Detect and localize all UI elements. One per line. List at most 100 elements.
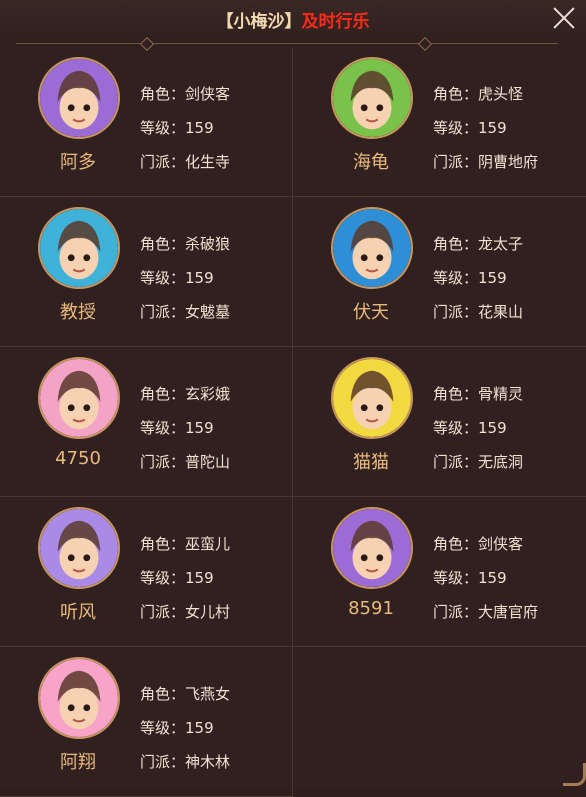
- player-role: 杀破狼: [185, 235, 231, 253]
- player-card[interactable]: 海龟 角色：虎头怪 等级：159 门派：阴曹地府: [292, 47, 586, 197]
- player-sect: 大唐官府: [478, 603, 539, 621]
- player-sect-line: 门派：阴曹地府: [433, 154, 538, 171]
- player-level: 159: [185, 119, 214, 137]
- sect-label: 门派：: [140, 753, 186, 771]
- player-sect: 花果山: [478, 303, 524, 321]
- player-sect-line: 门派：女儿村: [140, 604, 230, 621]
- player-sect: 神木林: [185, 753, 231, 771]
- player-role-line: 角色：虎头怪: [433, 86, 523, 103]
- longtaizi-avatar[interactable]: [331, 207, 413, 289]
- player-card[interactable]: 猫猫 角色：骨精灵 等级：159 门派：无底洞: [292, 347, 586, 497]
- role-label: 角色：: [140, 535, 186, 553]
- role-label: 角色：: [433, 385, 479, 403]
- player-card[interactable]: 8591 角色：剑侠客 等级：159 门派：大唐官府: [292, 497, 586, 647]
- player-role-line: 角色：剑侠客: [140, 86, 230, 103]
- player-level-line: 等级：159: [433, 120, 507, 137]
- player-sect: 化生寺: [185, 153, 231, 171]
- player-role-line: 角色：飞燕女: [140, 686, 230, 703]
- sect-label: 门派：: [140, 603, 186, 621]
- player-name: 听风: [60, 602, 96, 623]
- player-card[interactable]: 阿翔 角色：飞燕女 等级：159 门派：神木林: [0, 647, 292, 797]
- player-name: 教授: [60, 302, 96, 323]
- player-name: 阿多: [60, 152, 96, 173]
- player-name: 猫猫: [353, 452, 389, 473]
- player-role: 玄彩娥: [185, 385, 231, 403]
- player-level-line: 等级：159: [433, 270, 507, 287]
- player-sect-line: 门派：无底洞: [433, 454, 523, 471]
- player-role: 剑侠客: [185, 85, 231, 103]
- player-level: 159: [478, 569, 507, 587]
- level-label: 等级：: [433, 119, 479, 137]
- sect-label: 门派：: [140, 303, 186, 321]
- sect-label: 门派：: [140, 453, 186, 471]
- player-role: 飞燕女: [185, 685, 231, 703]
- player-role-line: 角色：骨精灵: [433, 386, 523, 403]
- header-divider: [16, 43, 558, 44]
- player-level-line: 等级：159: [140, 270, 214, 287]
- corner-ornament: [563, 763, 586, 786]
- player-level: 159: [185, 269, 214, 287]
- hutouguai-avatar[interactable]: [331, 57, 413, 139]
- player-card[interactable]: 伏天 角色：龙太子 等级：159 门派：花果山: [292, 197, 586, 347]
- player-role-line: 角色：玄彩娥: [140, 386, 230, 403]
- player-level: 159: [185, 569, 214, 587]
- player-level-line: 等级：159: [140, 720, 214, 737]
- player-role: 龙太子: [478, 235, 524, 253]
- player-role-line: 角色：巫蛮儿: [140, 536, 230, 553]
- role-label: 角色：: [140, 685, 186, 703]
- player-card[interactable]: 教授 角色：杀破狼 等级：159 门派：女魃墓: [0, 197, 292, 347]
- close-icon[interactable]: [552, 6, 576, 30]
- player-name: 伏天: [353, 302, 389, 323]
- sect-label: 门派：: [140, 153, 186, 171]
- sect-label: 门派：: [433, 453, 479, 471]
- gujingling-avatar[interactable]: [331, 357, 413, 439]
- player-role-line: 角色：剑侠客: [433, 536, 523, 553]
- player-level: 159: [478, 419, 507, 437]
- level-label: 等级：: [433, 419, 479, 437]
- role-label: 角色：: [140, 385, 186, 403]
- player-card[interactable]: 听风 角色：巫蛮儿 等级：159 门派：女儿村: [0, 497, 292, 647]
- player-name: 8591: [348, 598, 394, 619]
- player-sect-line: 门派：神木林: [140, 754, 230, 771]
- player-name: 阿翔: [60, 752, 96, 773]
- role-label: 角色：: [433, 235, 479, 253]
- player-sect: 阴曹地府: [478, 153, 539, 171]
- player-level: 159: [478, 269, 507, 287]
- player-card[interactable]: 4750 角色：玄彩娥 等级：159 门派：普陀山: [0, 347, 292, 497]
- role-label: 角色：: [140, 85, 186, 103]
- jianxiake-avatar[interactable]: [38, 57, 120, 139]
- player-role: 剑侠客: [478, 535, 524, 553]
- role-label: 角色：: [433, 535, 479, 553]
- player-name: 4750: [55, 448, 101, 469]
- player-level-line: 等级：159: [140, 570, 214, 587]
- player-sect-line: 门派：普陀山: [140, 454, 230, 471]
- team-slogan: 及时行乐: [301, 12, 370, 32]
- feiyannv-avatar[interactable]: [38, 657, 120, 739]
- wumaner-avatar[interactable]: [38, 507, 120, 589]
- player-grid: 阿多 角色：剑侠客 等级：159 门派：化生寺 海龟 角色：虎头怪 等级：159 门派：阴曹地…: [0, 47, 586, 797]
- player-card[interactable]: 阿多 角色：剑侠客 等级：159 门派：化生寺: [0, 47, 292, 197]
- role-label: 角色：: [140, 235, 186, 253]
- jianxiake-avatar[interactable]: [331, 507, 413, 589]
- player-sect-line: 门派：化生寺: [140, 154, 230, 171]
- player-level: 159: [185, 419, 214, 437]
- empty-slot: [292, 647, 586, 797]
- sect-label: 门派：: [433, 153, 479, 171]
- player-role: 虎头怪: [478, 85, 524, 103]
- xuancaie-avatar[interactable]: [38, 357, 120, 439]
- player-level-line: 等级：159: [140, 120, 214, 137]
- player-sect-line: 门派：女魃墓: [140, 304, 230, 321]
- player-level-line: 等级：159: [433, 420, 507, 437]
- player-level-line: 等级：159: [433, 570, 507, 587]
- player-role-line: 角色：杀破狼: [140, 236, 230, 253]
- level-label: 等级：: [140, 719, 186, 737]
- player-role: 巫蛮儿: [185, 535, 231, 553]
- level-label: 等级：: [140, 419, 186, 437]
- level-label: 等级：: [140, 569, 186, 587]
- player-level: 159: [478, 119, 507, 137]
- player-sect: 普陀山: [185, 453, 231, 471]
- player-sect: 无底洞: [478, 453, 524, 471]
- level-label: 等级：: [140, 269, 186, 287]
- shapolang-avatar[interactable]: [38, 207, 120, 289]
- level-label: 等级：: [433, 269, 479, 287]
